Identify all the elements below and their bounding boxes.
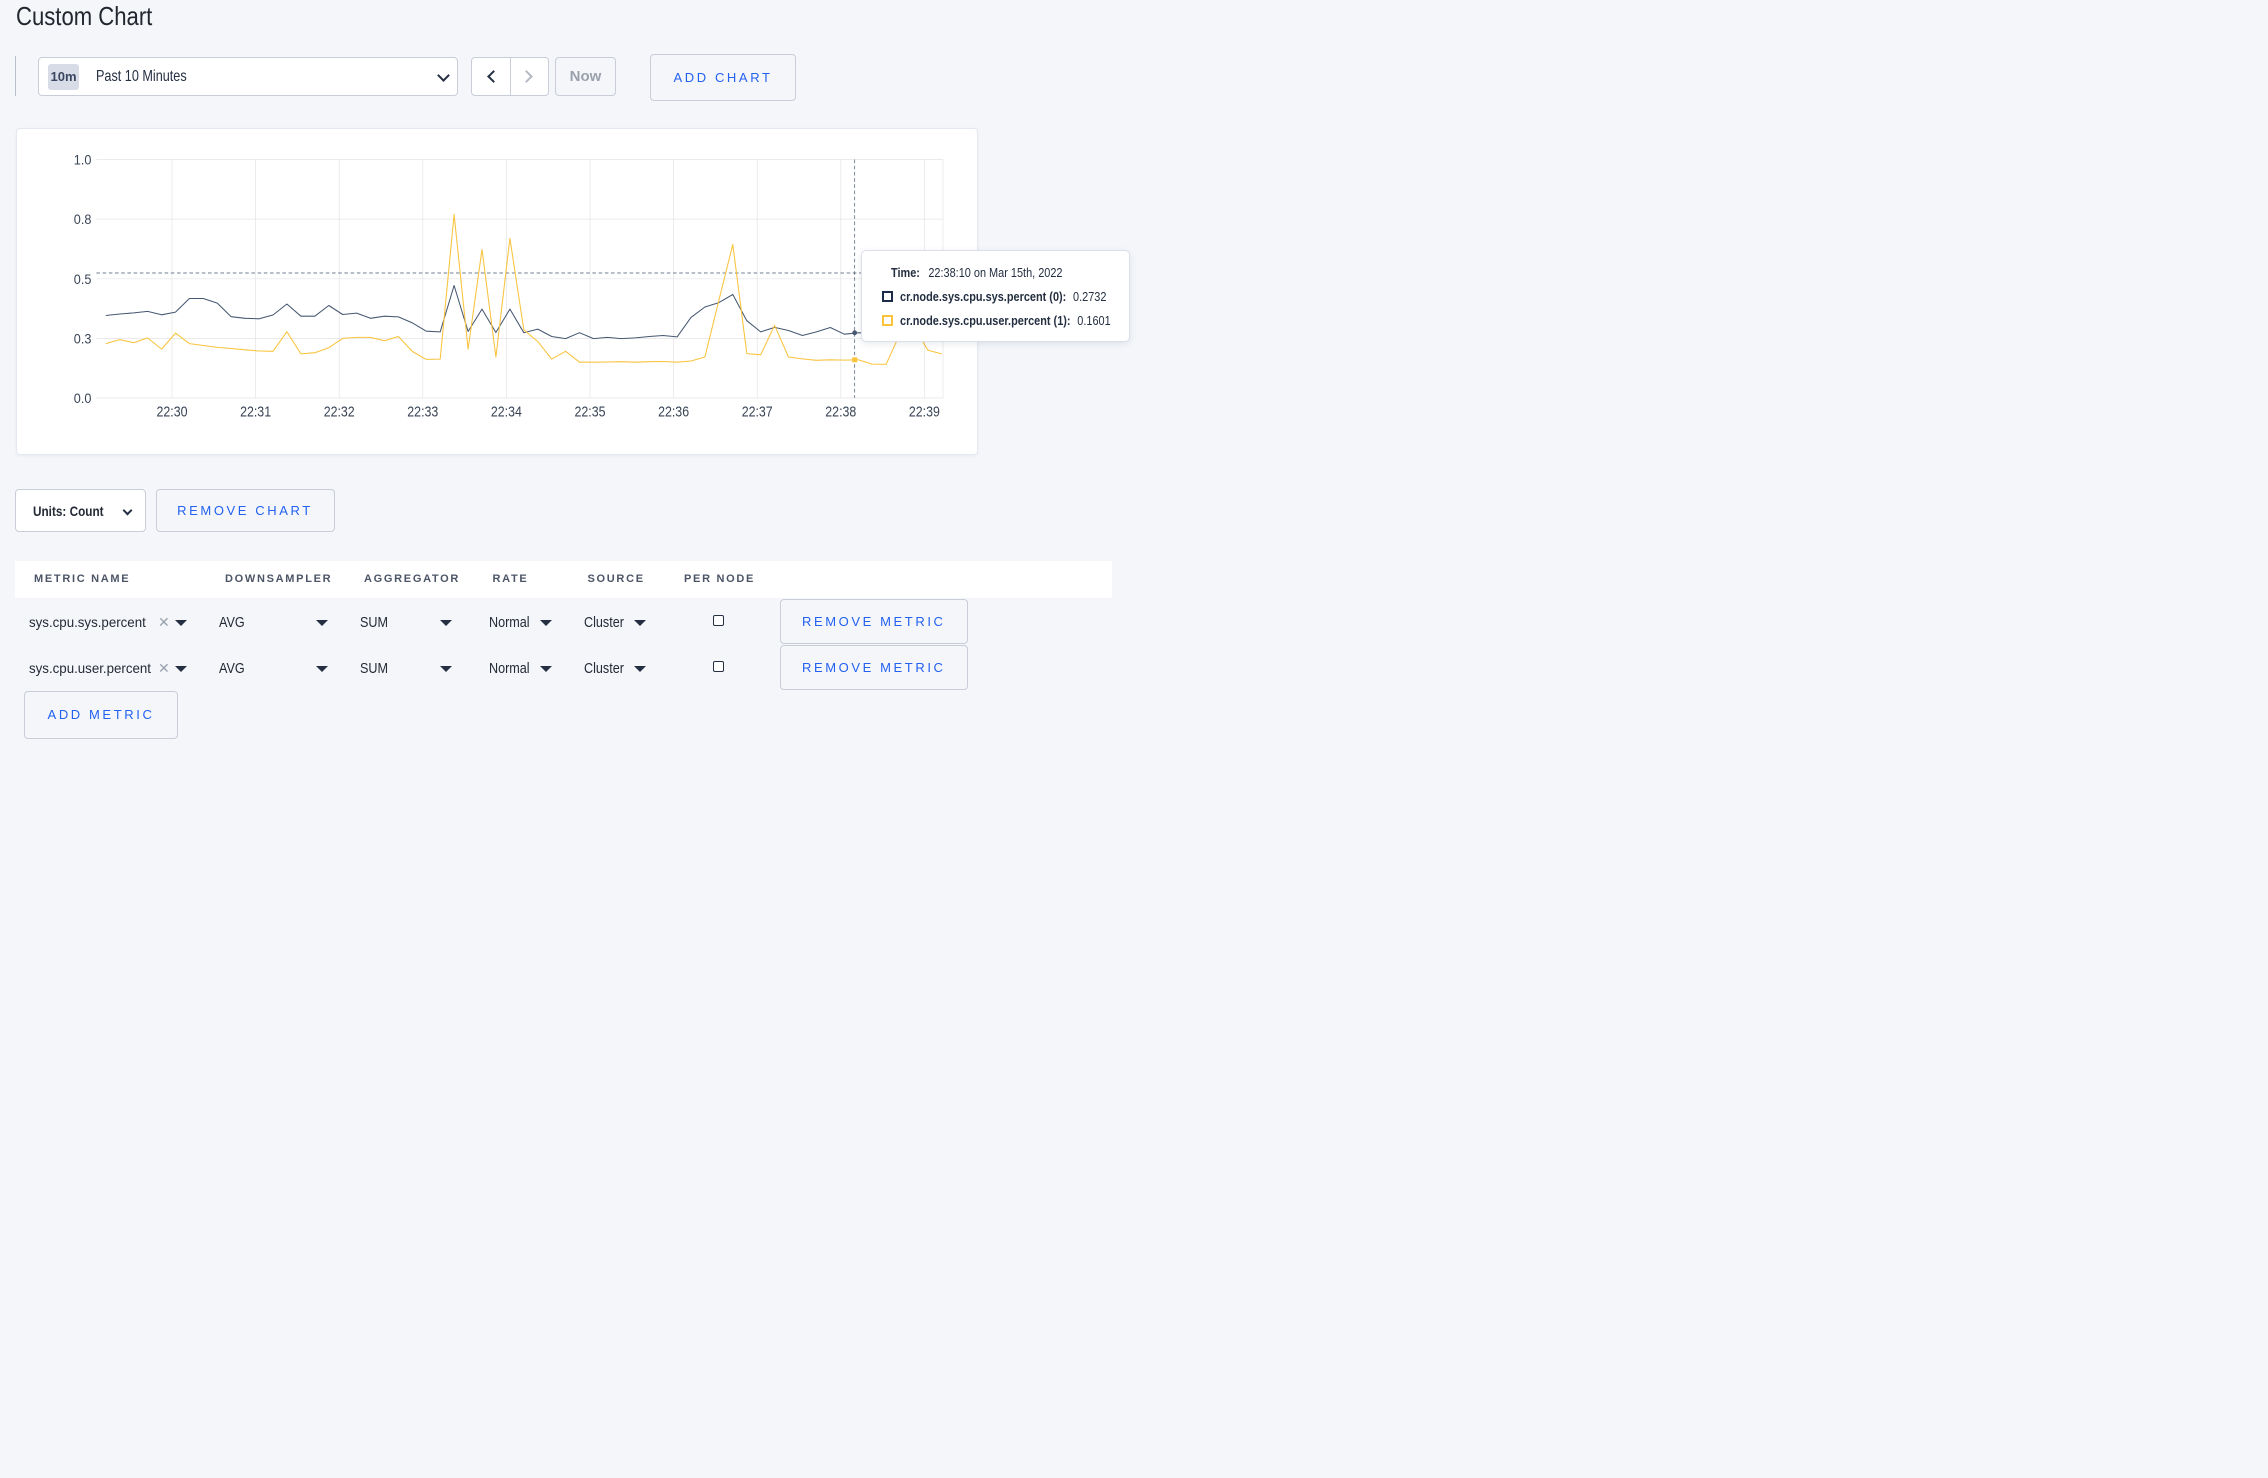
svg-text:0.3: 0.3 [74, 330, 92, 346]
svg-text:0.8: 0.8 [74, 211, 92, 227]
svg-text:22:34: 22:34 [491, 403, 522, 420]
svg-text:0.5: 0.5 [74, 270, 92, 286]
svg-text:22:32: 22:32 [324, 403, 355, 420]
svg-text:22:37: 22:37 [742, 403, 773, 420]
svg-text:22:31: 22:31 [240, 403, 271, 420]
svg-text:22:39: 22:39 [909, 403, 940, 420]
svg-text:22:33: 22:33 [407, 403, 438, 420]
svg-text:22:30: 22:30 [157, 403, 188, 420]
svg-text:22:35: 22:35 [575, 403, 606, 420]
svg-text:0.0: 0.0 [74, 390, 92, 406]
svg-text:1.0: 1.0 [74, 151, 92, 167]
svg-text:22:36: 22:36 [658, 403, 689, 420]
svg-text:22:38: 22:38 [825, 403, 856, 420]
